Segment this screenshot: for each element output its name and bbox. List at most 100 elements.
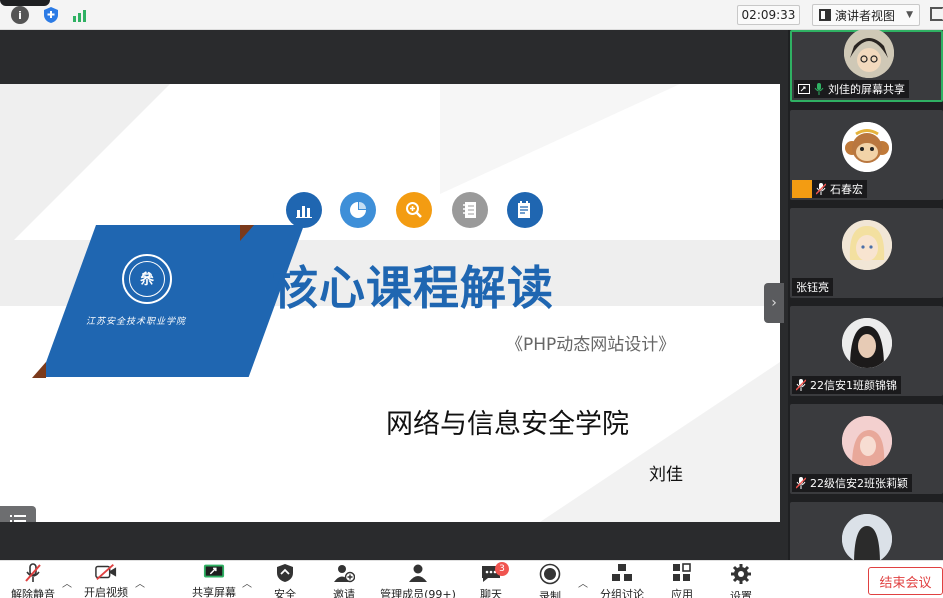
avatar — [842, 416, 892, 466]
avatar — [842, 514, 892, 560]
collapse-panel-button[interactable]: › — [764, 283, 784, 323]
apps-label: 应用 — [671, 588, 693, 598]
participant-tile[interactable]: 刘佳的屏幕共享 — [790, 30, 943, 102]
network-signal-icon[interactable] — [72, 6, 90, 24]
share-screen-button[interactable]: 共享屏幕 — [184, 563, 244, 598]
participant-name-tag: 22级信安2班张莉颖 — [792, 474, 912, 492]
slide-subtitle: 《PHP动态网站设计》 — [506, 335, 676, 355]
shield-icon[interactable] — [42, 6, 60, 24]
document-edit-icon — [507, 192, 543, 228]
participant-name: 22信安1班颜锦锦 — [810, 379, 897, 392]
slide-fold-corner — [32, 362, 46, 378]
chat-button[interactable]: 3 聊天 — [461, 562, 521, 598]
avatar — [842, 318, 892, 368]
participant-tile[interactable]: 石春宏 — [790, 110, 943, 200]
view-mode-dropdown[interactable]: 演讲者视图 ▼ — [812, 4, 920, 26]
view-mode-label: 演讲者视图 — [835, 8, 896, 23]
chevron-down-icon: ▼ — [906, 10, 913, 20]
participant-name: 刘佳的屏幕共享 — [828, 83, 905, 96]
invite-button[interactable]: 邀请 — [314, 563, 374, 598]
microphone-muted-icon — [796, 379, 806, 391]
fullscreen-icon[interactable] — [930, 7, 943, 21]
manage-members-label: 管理成员(99+) — [380, 588, 456, 598]
manage-members-button[interactable]: 管理成员(99+) — [380, 563, 456, 598]
meeting-app: i 02:09:33 演讲者视图 ▼ 㕘 江苏安全技术职业学院 核心课程解读 《… — [0, 0, 943, 598]
breakout-rooms-icon — [611, 563, 633, 583]
participant-name: 张钰亮 — [796, 281, 829, 294]
chat-unread-badge: 3 — [495, 562, 509, 576]
top-bar: i 02:09:33 演讲者视图 ▼ — [0, 0, 943, 30]
participant-tile[interactable]: 张钰亮 — [790, 208, 943, 298]
record-icon — [539, 563, 561, 585]
slide-list-button[interactable] — [0, 506, 36, 522]
shared-screen-area: 㕘 江苏安全技术职业学院 核心课程解读 《PHP动态网站设计》 网络与信息安全学… — [0, 30, 780, 560]
start-video-button[interactable]: 开启视频 — [76, 563, 136, 598]
zoom-in-icon — [396, 192, 432, 228]
shield-icon — [274, 563, 296, 583]
record-button[interactable]: 录制 — [520, 563, 580, 598]
end-meeting-button[interactable]: 结束会议 — [868, 567, 943, 595]
participant-tile[interactable]: 22信安1班颜锦锦 — [790, 306, 943, 396]
share-options-caret[interactable]: ︿ — [242, 575, 252, 590]
settings-button[interactable]: 设置 — [711, 563, 771, 598]
participant-name-tag: 石春宏 — [792, 180, 867, 198]
avatar — [844, 30, 894, 78]
breakout-rooms-label: 分组讨论 — [600, 588, 644, 598]
participant-name: 22级信安2班张莉颖 — [810, 477, 908, 490]
slide-fold-corner — [240, 225, 254, 241]
screen-share-icon — [798, 84, 810, 94]
school-logo-text: 江苏安全技术职业学院 — [86, 317, 187, 327]
school-emblem-icon: 㕘 — [122, 254, 172, 304]
video-off-icon — [95, 563, 117, 581]
bottom-toolbar: 解除静音 ︿ 开启视频 ︿ 共享屏幕 ︿ 安全 邀请 管理成员(99+) 3 聊… — [0, 560, 943, 598]
user-avatar-icon — [792, 180, 812, 198]
start-video-label: 开启视频 — [84, 586, 128, 598]
slide-bg-shape — [440, 84, 680, 194]
chevron-right-icon: › — [771, 295, 777, 311]
record-options-caret[interactable]: ︿ — [578, 575, 588, 590]
slide-title: 核心课程解读 — [272, 261, 554, 315]
presentation-slide: 㕘 江苏安全技术职业学院 核心课程解读 《PHP动态网站设计》 网络与信息安全学… — [0, 84, 780, 522]
breakout-rooms-button[interactable]: 分组讨论 — [592, 563, 652, 598]
microphone-muted-icon — [816, 183, 826, 195]
unmute-label: 解除静音 — [11, 588, 55, 598]
share-screen-icon — [203, 563, 225, 581]
apps-icon — [671, 563, 693, 583]
apps-button[interactable]: 应用 — [652, 563, 712, 598]
pie-chart-icon — [340, 192, 376, 228]
gear-icon — [730, 563, 752, 585]
members-icon — [407, 563, 429, 583]
add-user-icon — [333, 563, 355, 583]
participant-name: 石春宏 — [830, 183, 863, 196]
notebook-icon — [452, 192, 488, 228]
security-button[interactable]: 安全 — [255, 563, 315, 598]
slide-author: 刘佳 — [649, 465, 683, 485]
participant-tile[interactable]: 22级信安2班张莉颖 — [790, 404, 943, 494]
slide-college-name: 网络与信息安全学院 — [386, 409, 629, 440]
list-icon — [10, 515, 26, 522]
meeting-timer: 02:09:33 — [737, 5, 800, 25]
participant-panel: 刘佳的屏幕共享 石春宏 张钰亮 22信安1班颜锦锦 22级信安2班张莉颖 — [788, 30, 943, 560]
video-options-caret[interactable]: ︿ — [135, 575, 145, 590]
audio-options-caret[interactable]: ︿ — [62, 575, 72, 590]
share-screen-label: 共享屏幕 — [192, 586, 236, 598]
participant-name-tag: 22信安1班颜锦锦 — [792, 376, 901, 394]
microphone-muted-icon — [22, 563, 44, 583]
school-logo: 㕘 江苏安全技术职业学院 — [86, 254, 236, 354]
invite-label: 邀请 — [333, 588, 355, 598]
participant-name-tag: 刘佳的屏幕共享 — [794, 80, 909, 98]
avatar — [842, 122, 892, 172]
microphone-icon — [814, 83, 824, 95]
avatar — [842, 220, 892, 270]
security-label: 安全 — [274, 588, 296, 598]
chat-label: 聊天 — [480, 588, 502, 598]
settings-label: 设置 — [730, 590, 752, 598]
bar-chart-icon — [286, 192, 322, 228]
participant-tile[interactable]: ⌄ — [790, 502, 943, 560]
info-icon[interactable]: i — [11, 6, 29, 24]
participant-name-tag: 张钰亮 — [792, 278, 833, 296]
view-layout-icon — [819, 9, 831, 21]
unmute-button[interactable]: 解除静音 — [3, 563, 63, 598]
slide-bg-shape — [540, 362, 780, 522]
microphone-muted-icon — [796, 477, 806, 489]
